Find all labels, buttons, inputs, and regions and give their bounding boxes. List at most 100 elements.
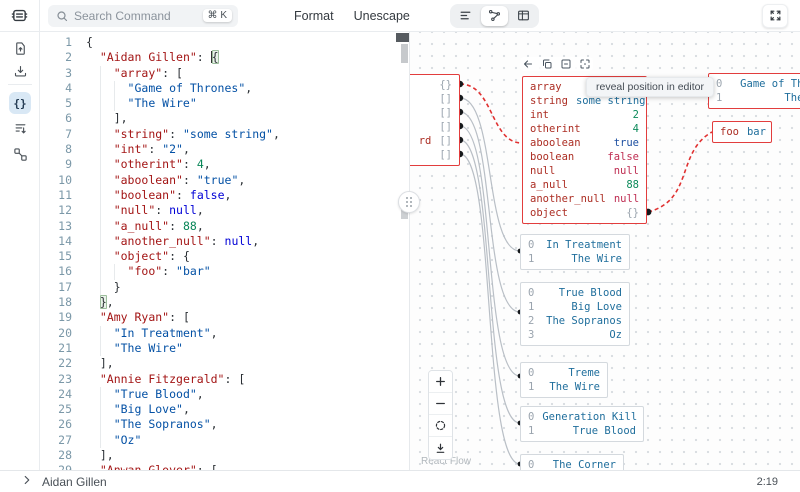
- download-image-button[interactable]: [429, 437, 452, 459]
- node-key: object: [530, 206, 568, 220]
- line-number: 28: [40, 448, 72, 463]
- graph-node-amy[interactable]: 0In Treatment1The Wire: [520, 234, 630, 270]
- code-token: ,: [245, 81, 252, 95]
- node-value: Generation Kill: [542, 410, 637, 424]
- code-token: "array": [114, 66, 162, 80]
- indent-guide: [100, 249, 101, 264]
- code-token: ,: [197, 203, 204, 217]
- graph-node-foo[interactable]: foobar: [712, 121, 772, 143]
- code-line: "boolean": false,: [86, 188, 409, 203]
- line-number: 9: [40, 157, 72, 172]
- graph-node-annie[interactable]: 0True Blood1Big Love2The Sopranos3Oz: [520, 282, 630, 346]
- code-token: "a_null": [114, 219, 169, 233]
- code-token: {: [176, 249, 190, 263]
- code-token: "object": [114, 249, 169, 263]
- code-token: }: [100, 295, 107, 309]
- code-token: "Amy Ryan": [100, 310, 169, 324]
- left-sidebar: {}: [0, 32, 40, 470]
- editor-code[interactable]: { "Aidan Gillen": { "array": [ "Game of …: [78, 35, 409, 470]
- code-token: null: [169, 203, 197, 217]
- code-line: "object": {: [86, 249, 409, 264]
- fullscreen-button[interactable]: [762, 4, 788, 28]
- back-arrow-icon[interactable]: [522, 58, 534, 70]
- fit-view-button[interactable]: [429, 415, 452, 437]
- file-import-icon[interactable]: [9, 38, 31, 58]
- node-value: false: [607, 150, 639, 164]
- code-token: :: [169, 249, 176, 263]
- indent-guide: [100, 234, 101, 249]
- node-row: 0The Corner: [521, 458, 623, 470]
- linked-nodes-icon[interactable]: [9, 144, 31, 164]
- node-key: foo: [720, 125, 739, 139]
- code-token: null: [225, 234, 253, 248]
- code-token: [183, 188, 190, 202]
- line-number: 1: [40, 35, 72, 50]
- panel-resize-handle[interactable]: [398, 191, 420, 213]
- code-token: "2": [162, 142, 183, 156]
- indent-guide: [100, 219, 101, 234]
- node-index: 0: [528, 286, 534, 300]
- unescape-button[interactable]: Unescape: [344, 9, 420, 23]
- node-row: []: [410, 120, 459, 134]
- zoom-out-icon: [434, 397, 447, 410]
- json-braces-icon[interactable]: {}: [9, 92, 31, 114]
- code-editor[interactable]: 1234567891011121314151617181920212223242…: [40, 32, 409, 470]
- node-index: 1: [528, 380, 534, 394]
- graph-view-button[interactable]: [481, 6, 508, 26]
- node-value: null: [614, 164, 639, 178]
- node-row: object{}: [523, 206, 646, 220]
- table-view-button[interactable]: [510, 6, 537, 26]
- search-icon: [56, 10, 68, 22]
- graph-node-corner[interactable]: 0The Corner: [520, 454, 624, 470]
- graph-flow-icon: [488, 9, 501, 22]
- indent-guide: [100, 173, 101, 188]
- node-row: 0In Treatment: [521, 238, 629, 252]
- code-token: "Game of Thrones": [128, 81, 246, 95]
- code-token: ,: [225, 188, 232, 202]
- graph-node-anwan[interactable]: 0Treme1The Wire: [520, 362, 608, 398]
- focus-node-icon[interactable]: [579, 58, 591, 70]
- graph-node-root[interactable]: {}[][][]rd[][]: [410, 74, 460, 166]
- code-line: "Aidan Gillen": {: [86, 50, 409, 65]
- line-number: 22: [40, 356, 72, 371]
- graph-node-got[interactable]: 0Game of Thrones1The Wire: [708, 73, 800, 109]
- fullscreen-expand-icon: [769, 9, 782, 22]
- node-row: 0True Blood: [521, 286, 629, 300]
- line-number: 6: [40, 111, 72, 126]
- graph-panel[interactable]: {}[][][]rd[][] arraystringsome stringint2…: [410, 32, 800, 470]
- app-logo-icon[interactable]: [0, 0, 40, 32]
- graph-node-alex[interactable]: 0Generation Kill1True Blood: [520, 406, 644, 442]
- indent-guide: [100, 417, 101, 432]
- node-row: 0Game of Thrones: [709, 77, 800, 91]
- node-key: int: [530, 108, 549, 122]
- node-value: In Treatment: [546, 238, 622, 252]
- line-number: 13: [40, 219, 72, 234]
- node-row: 0Generation Kill: [521, 410, 643, 424]
- filter-lines-icon[interactable]: [9, 118, 31, 138]
- code-token: ,: [183, 402, 190, 416]
- search-command-box[interactable]: ⌘ K: [48, 5, 238, 27]
- text-view-button[interactable]: [452, 6, 479, 26]
- collapse-node-icon[interactable]: [560, 58, 572, 70]
- line-number: 16: [40, 264, 72, 279]
- zoom-out-button[interactable]: [429, 393, 452, 415]
- chevron-right-icon[interactable]: [20, 473, 34, 487]
- code-token: [190, 157, 197, 171]
- editor-scrollbar-thumb[interactable]: [401, 44, 408, 63]
- indent-guide: [100, 326, 101, 341]
- code-token: "The Wire": [128, 96, 197, 110]
- download-image-icon: [434, 442, 447, 455]
- code-token: :: [211, 234, 218, 248]
- code-token: [86, 50, 100, 64]
- node-value: Big Love: [571, 300, 622, 314]
- code-token: :: [183, 173, 190, 187]
- download-icon[interactable]: [9, 61, 31, 81]
- copy-node-icon[interactable]: [541, 58, 553, 70]
- node-value: null: [614, 192, 639, 206]
- code-token: [: [169, 66, 183, 80]
- code-token: ,: [273, 127, 280, 141]
- search-input[interactable]: [74, 9, 197, 23]
- graph-node-object[interactable]: arraystringsome stringint2otherint4abool…: [522, 76, 647, 224]
- format-button[interactable]: Format: [284, 9, 344, 23]
- zoom-in-button[interactable]: [429, 371, 452, 393]
